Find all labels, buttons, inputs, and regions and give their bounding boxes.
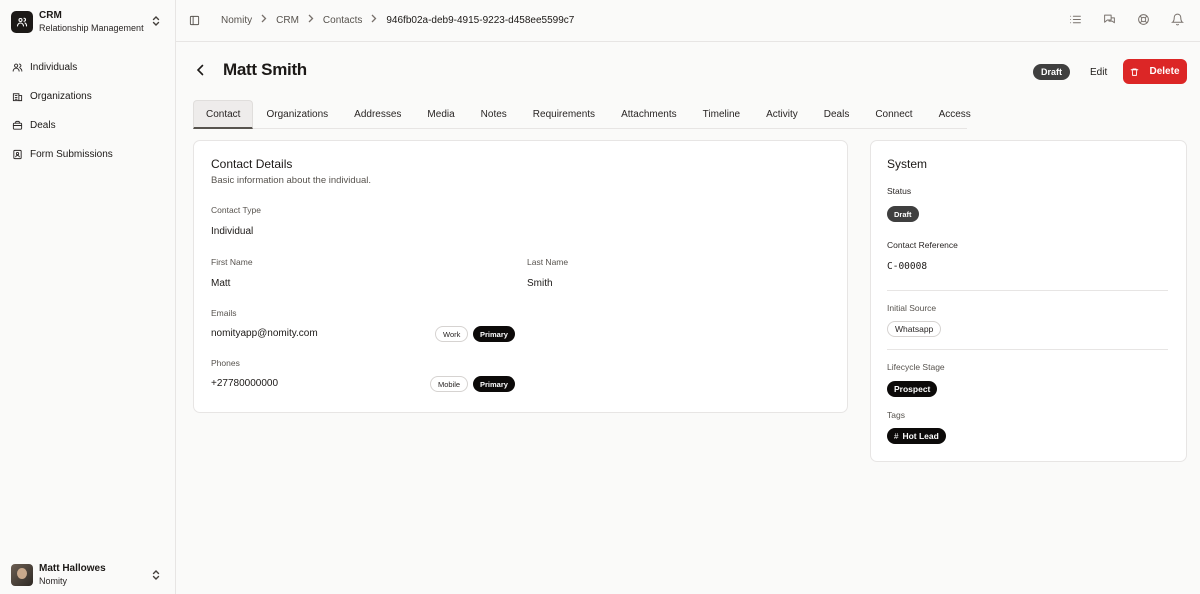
hash-icon: # [894, 431, 899, 441]
chevrons-up-down-icon [151, 569, 161, 584]
breadcrumb: Nomity CRM Contacts 946fb02a-deb9-4915-9… [221, 14, 574, 26]
sidebar-item-individuals[interactable]: Individuals [8, 53, 168, 82]
phones-label: Phones [211, 358, 240, 368]
phone-primary-badge: Primary [473, 376, 515, 392]
lifecycle-stage-badge: Prospect [887, 381, 938, 397]
delete-button[interactable]: Delete [1123, 59, 1187, 84]
bell-icon[interactable] [1171, 13, 1186, 28]
tab-activity[interactable]: Activity [753, 100, 811, 129]
messages-icon[interactable] [1103, 13, 1118, 28]
email-primary-badge: Primary [473, 326, 515, 342]
user-name: Matt Hallowes [39, 563, 106, 574]
sidebar-item-label: Form Submissions [30, 149, 113, 160]
breadcrumb-nomity[interactable]: Nomity [221, 15, 252, 26]
sidebar-nav: Individuals Organizations Deals Form Sub… [8, 53, 168, 169]
first-name-label: First Name [211, 257, 253, 267]
tab-attachments[interactable]: Attachments [608, 100, 690, 129]
brand-subtitle: Relationship Management [39, 23, 144, 33]
first-name-value: Matt [211, 278, 231, 289]
crm-logo-icon [11, 11, 33, 33]
tag-badge: # Hot Lead [887, 428, 946, 444]
users-icon [12, 63, 23, 72]
help-icon[interactable] [1137, 13, 1152, 28]
tab-notes[interactable]: Notes [468, 100, 520, 129]
tags-label: Tags [887, 410, 905, 420]
page-header: Matt Smith Draft Edit Delete [192, 58, 1187, 86]
tab-requirements[interactable]: Requirements [520, 100, 608, 129]
delete-label: Delete [1149, 66, 1180, 77]
chevron-right-icon [261, 14, 267, 26]
back-arrow-icon[interactable] [196, 64, 205, 79]
card-title: Contact Details [211, 157, 293, 171]
avatar [11, 564, 33, 586]
email-type-badge: Work [435, 326, 469, 342]
contact-details-card: Contact Details Basic information about … [193, 140, 848, 413]
sidebar-item-label: Deals [30, 120, 56, 131]
contact-reference-value: C-00008 [887, 261, 928, 272]
last-name-value: Smith [527, 278, 553, 289]
lifecycle-stage-label: Lifecycle Stage [887, 362, 945, 372]
tab-organizations[interactable]: Organizations [253, 100, 341, 129]
chevron-right-icon [308, 14, 314, 26]
contact-reference-label: Contact Reference [887, 240, 958, 250]
contact-type-label: Contact Type [211, 205, 261, 215]
divider [887, 349, 1168, 350]
user-menu[interactable]: Matt Hallowes Nomity [11, 563, 165, 587]
sidebar-toggle-icon[interactable] [189, 14, 200, 29]
edit-button[interactable]: Edit [1083, 62, 1114, 82]
initial-source-badge: Whatsapp [887, 321, 942, 337]
sidebar-item-form-submissions[interactable]: Form Submissions [8, 140, 168, 169]
top-bar: Nomity CRM Contacts 946fb02a-deb9-4915-9… [176, 0, 1200, 42]
emails-label: Emails [211, 308, 237, 318]
sidebar-item-organizations[interactable]: Organizations [8, 82, 168, 111]
chevrons-up-down-icon [151, 15, 161, 30]
email-value[interactable]: nomityapp@nomity.com [211, 328, 318, 339]
tab-connect[interactable]: Connect [862, 100, 925, 129]
tag-label: Hot Lead [902, 431, 939, 441]
system-card: System Status Draft Contact Reference C-… [870, 140, 1187, 462]
status-badge: Draft [1033, 64, 1071, 80]
phone-value[interactable]: +27780000000 [211, 378, 278, 389]
status-label: Status [887, 186, 912, 196]
breadcrumb-crm[interactable]: CRM [276, 15, 299, 26]
chevron-right-icon [371, 14, 377, 26]
contact-type-value: Individual [211, 226, 254, 237]
user-org: Nomity [39, 576, 68, 586]
trash-icon [1131, 68, 1139, 76]
tab-media[interactable]: Media [414, 100, 467, 129]
tab-addresses[interactable]: Addresses [341, 100, 414, 129]
initial-source-label: Initial Source [887, 303, 937, 313]
breadcrumb-current: 946fb02a-deb9-4915-9223-d458ee5599c7 [386, 14, 575, 26]
sidebar: CRM Relationship Management Individuals … [0, 0, 176, 594]
tab-contact[interactable]: Contact [193, 100, 254, 129]
brand-title: CRM [39, 10, 62, 21]
workspace-switcher[interactable]: CRM Relationship Management [11, 9, 165, 35]
list-icon[interactable] [1069, 13, 1084, 28]
tab-bar: Contact Organizations Addresses Media No… [193, 100, 971, 129]
last-name-label: Last Name [527, 257, 569, 267]
phone-type-badge: Mobile [430, 376, 469, 392]
tab-access[interactable]: Access [926, 100, 984, 129]
page-title: Matt Smith [223, 60, 307, 79]
form-icon [13, 149, 22, 160]
status-badge: Draft [887, 206, 919, 222]
main-content: Nomity CRM Contacts 946fb02a-deb9-4915-9… [176, 0, 1200, 594]
card-description: Basic information about the individual. [211, 175, 372, 186]
divider [887, 290, 1168, 291]
sidebar-item-deals[interactable]: Deals [8, 111, 168, 140]
tab-deals[interactable]: Deals [811, 100, 863, 129]
tab-timeline[interactable]: Timeline [690, 100, 753, 129]
sidebar-item-label: Individuals [30, 62, 78, 73]
building-icon [12, 93, 23, 102]
breadcrumb-contacts[interactable]: Contacts [323, 15, 362, 26]
sidebar-item-label: Organizations [30, 91, 92, 102]
card-title: System [887, 157, 928, 171]
briefcase-icon [12, 120, 23, 130]
